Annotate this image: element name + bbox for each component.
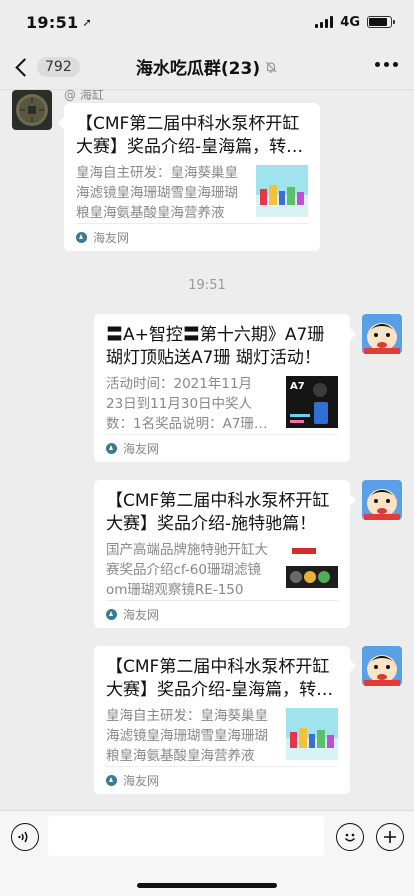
card-footer: 海友网 (106, 600, 338, 628)
status-indicators: 4G (315, 14, 395, 30)
avatar-cartoon[interactable] (362, 314, 402, 354)
status-time: 19:51 ➚ (26, 13, 92, 32)
location-arrow-icon: ➚ (82, 15, 92, 29)
link-card[interactable]: 〓A+智控〓第十六期》A7珊瑚灯顶贴送A7珊 瑚灯活动！ 活动时间：2021年1… (94, 314, 356, 462)
card-description: 活动时间：2021年11月23日到11月30日中奖人数：1名奖品说明：A7珊瑚灯… (106, 376, 268, 432)
card-title: 〓A+智控〓第十六期》A7珊瑚灯顶贴送A7珊 瑚灯活动！ (106, 325, 325, 368)
card-source: 海友网 (123, 442, 160, 456)
avatar-cartoon[interactable] (362, 480, 402, 520)
source-logo-icon (106, 775, 117, 786)
card-title: 【CMF第二届中科水泵杯开缸大赛】奖品介绍-施特驰篇！ (106, 491, 330, 534)
card-source: 海友网 (123, 774, 160, 788)
card-description: 皇海自主研发：皇海葵巢皇海滤镜皇海珊瑚雪皇海珊瑚粮皇海氨基酸皇海营养液 (76, 165, 238, 221)
card-title: 【CMF第二届中科水泵杯开缸大赛】奖品介绍-皇海篇，转发朋友圈有奖 (106, 657, 334, 700)
avatar-coin[interactable] (12, 90, 52, 130)
card-footer: 海友网 (106, 434, 338, 462)
chat-header: 792 海水吃瓜群(23) (0, 44, 414, 90)
message-list[interactable]: @ 海缸 【CMF第二届中科水泵杯开缸大赛】奖品介绍-皇海篇，转发朋友圈有奖 皇… (0, 90, 414, 810)
status-bar: 19:51 ➚ 4G (0, 0, 414, 44)
source-logo-icon (76, 232, 87, 243)
plus-icon[interactable] (376, 823, 404, 851)
link-card[interactable]: 【CMF第二届中科水泵杯开缸大赛】奖品介绍-施特驰篇！ 国产高端品牌施特驰开缸大… (94, 480, 356, 628)
aquarium-products-thumbnail (256, 165, 308, 217)
unread-count-badge: 792 (37, 57, 80, 77)
message-input[interactable] (48, 816, 324, 856)
card-footer: 海友网 (76, 223, 308, 251)
input-bar (0, 810, 414, 896)
source-logo-icon (106, 609, 117, 620)
battery-level (369, 18, 387, 26)
card-description: 皇海自主研发：皇海葵巢皇海滤镜皇海珊瑚雪皇海珊瑚粮皇海氨基酸皇海营养液 (106, 708, 268, 764)
coin-avatar-image (12, 90, 52, 130)
aquarium-products-thumbnail (286, 708, 338, 760)
signal-icon (315, 16, 334, 28)
chevron-left-icon (15, 57, 34, 77)
more-dots-icon[interactable] (375, 62, 398, 67)
home-indicator[interactable] (137, 883, 277, 888)
a7-coral-light-thumbnail: A7 (286, 376, 338, 428)
bell-slash-icon (265, 61, 277, 73)
card-description: 国产高端品牌施特驰开缸大赛奖品介绍cf-60珊瑚滤镜om珊瑚观察镜RE-150 (106, 542, 268, 598)
card-source: 海友网 (123, 608, 160, 622)
link-card[interactable]: 【CMF第二届中科水泵杯开缸大赛】奖品介绍-皇海篇，转发朋友圈有奖 皇海自主研发… (58, 103, 320, 251)
battery-icon (367, 16, 395, 28)
sender-name: @ 海缸 (64, 90, 104, 102)
chat-title-text: 海水吃瓜群(23) (135, 59, 261, 79)
time-divider: 19:51 (188, 278, 226, 293)
chat-title[interactable]: 海水吃瓜群(23) (136, 54, 278, 79)
emoji-icon[interactable] (336, 823, 364, 851)
card-footer: 海友网 (106, 766, 338, 794)
source-logo-icon (106, 443, 117, 454)
card-title: 【CMF第二届中科水泵杯开缸大赛】奖品介绍-皇海篇，转发朋友圈有奖 (76, 114, 304, 157)
back-button[interactable]: 792 (10, 52, 80, 82)
voice-icon[interactable] (11, 823, 39, 851)
avatar-cartoon[interactable] (362, 646, 402, 686)
clock-text: 19:51 (26, 12, 79, 32)
svg-text:A7: A7 (290, 381, 305, 392)
network-label: 4G (340, 14, 360, 30)
filter-lenses-thumbnail (286, 542, 338, 594)
card-source: 海友网 (93, 231, 130, 245)
link-card[interactable]: 【CMF第二届中科水泵杯开缸大赛】奖品介绍-皇海篇，转发朋友圈有奖 皇海自主研发… (94, 646, 356, 794)
